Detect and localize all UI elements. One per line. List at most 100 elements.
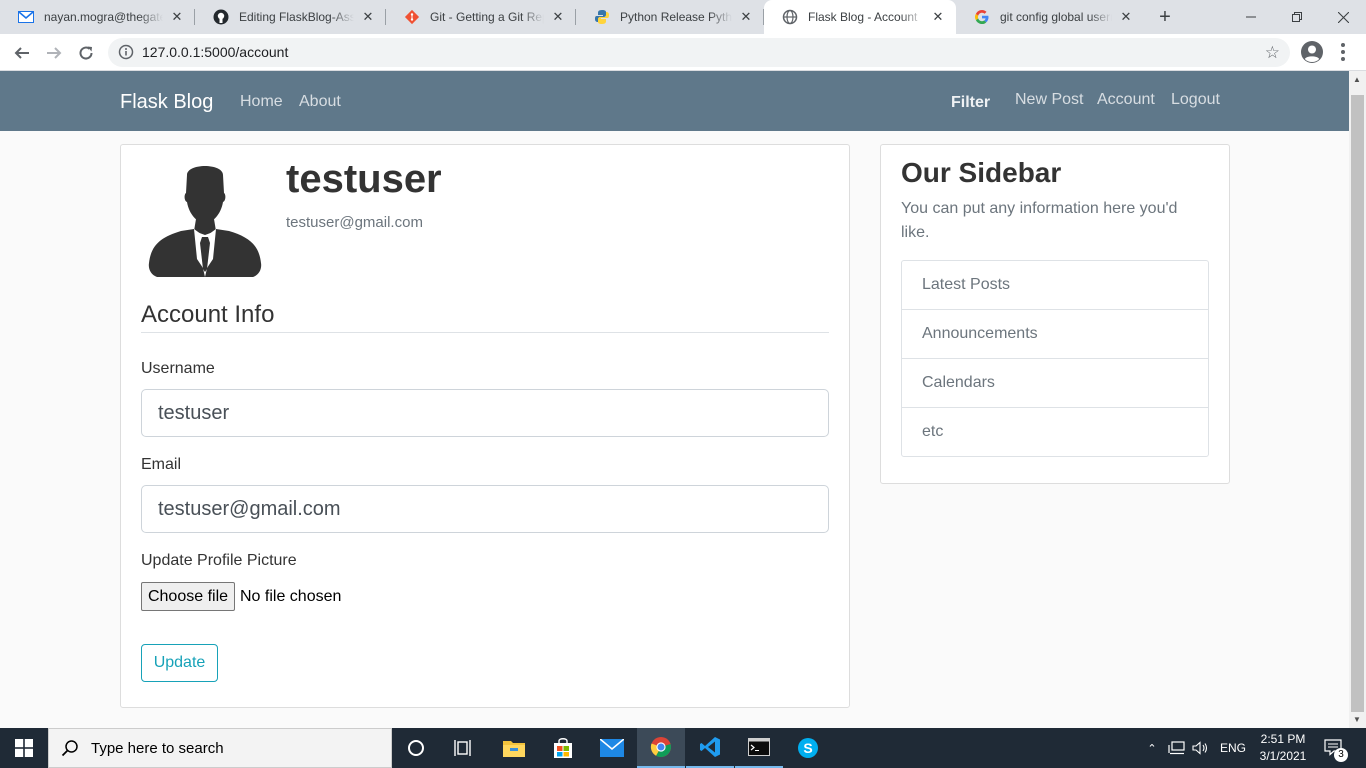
system-clock[interactable]: 2:51 PM 3/1/2021: [1252, 731, 1314, 765]
mail-icon: [600, 739, 624, 757]
mail-button[interactable]: [588, 728, 636, 768]
vscode-taskbar-button[interactable]: [686, 728, 734, 768]
sidebar-card: Our Sidebar You can put any information …: [880, 144, 1230, 484]
reload-icon: [79, 46, 93, 60]
tab-python[interactable]: Python Release Python ✕: [576, 0, 764, 34]
close-tab-icon[interactable]: ✕: [169, 9, 185, 25]
minimize-icon: [1246, 16, 1256, 18]
profile-username: testuser: [286, 157, 442, 201]
action-center-button[interactable]: 3: [1320, 728, 1360, 768]
minimize-button[interactable]: [1228, 0, 1274, 34]
profile-picture-label: Update Profile Picture: [141, 552, 297, 569]
gmail-icon: [18, 9, 34, 25]
file-explorer-button[interactable]: [490, 728, 538, 768]
close-icon: [1337, 11, 1349, 23]
sidebar-item-calendars[interactable]: Calendars: [902, 359, 1208, 408]
nav-logout-link[interactable]: Logout: [1171, 91, 1220, 109]
scroll-down-icon[interactable]: ▼: [1353, 715, 1361, 724]
close-tab-icon[interactable]: ✕: [550, 9, 566, 25]
tab-title: Python Release Python: [620, 10, 732, 24]
tab-title: Flask Blog - Account: [808, 10, 918, 24]
terminal-taskbar-button[interactable]: [735, 728, 783, 768]
nav-new-post-link[interactable]: New Post: [1015, 91, 1083, 109]
microsoft-store-button[interactable]: [539, 728, 587, 768]
store-icon: [554, 738, 572, 758]
forward-arrow-icon: [47, 47, 62, 59]
nav-about-link[interactable]: About: [299, 93, 341, 111]
restore-button[interactable]: [1274, 0, 1320, 34]
sidebar-item-latest-posts[interactable]: Latest Posts: [902, 261, 1208, 310]
browser-menu-icon[interactable]: [1336, 40, 1350, 64]
clock-date: 3/1/2021: [1259, 749, 1307, 763]
back-button[interactable]: [9, 40, 35, 66]
page-scrollbar[interactable]: ▲ ▼: [1349, 71, 1366, 728]
file-status-text: No file chosen: [240, 588, 342, 605]
taskbar-search-box[interactable]: Type here to search: [48, 728, 392, 768]
tab-github[interactable]: Editing FlaskBlog-Assig ✕: [195, 0, 386, 34]
close-tab-icon[interactable]: ✕: [738, 9, 754, 25]
username-label: Username: [141, 360, 215, 377]
clock-time: 2:51 PM: [1260, 732, 1306, 746]
nav-filter-link[interactable]: Filter: [951, 94, 990, 112]
sidebar-description: You can put any information here you'd l…: [901, 200, 1178, 241]
new-tab-button[interactable]: +: [1153, 5, 1177, 29]
choose-file-button[interactable]: Choose file: [141, 582, 235, 611]
restore-icon: [1292, 12, 1302, 22]
browser-toolbar: 127.0.0.1:5000/account ☆: [0, 34, 1366, 71]
bookmark-star-icon[interactable]: ☆: [1265, 43, 1280, 63]
vscode-icon: [700, 737, 720, 757]
google-icon: [974, 9, 990, 25]
svg-text:S: S: [803, 740, 812, 756]
chrome-icon: [650, 737, 671, 758]
close-tab-icon[interactable]: ✕: [1118, 9, 1134, 25]
site-info-icon[interactable]: [118, 44, 134, 60]
update-button[interactable]: Update: [141, 644, 218, 682]
python-icon: [594, 9, 610, 25]
volume-icon[interactable]: [1192, 741, 1210, 755]
navbar-brand[interactable]: Flask Blog: [120, 91, 213, 114]
tab-git[interactable]: Git - Getting a Git Repo ✕: [386, 0, 576, 34]
windows-logo-icon: [15, 739, 33, 757]
profile-avatar-icon[interactable]: [1300, 40, 1324, 64]
nav-account-link[interactable]: Account: [1097, 91, 1155, 109]
scrollbar-thumb[interactable]: [1351, 95, 1364, 712]
url-text[interactable]: 127.0.0.1:5000/account: [142, 44, 288, 60]
email-input[interactable]: [141, 485, 829, 533]
language-indicator[interactable]: ENG: [1220, 741, 1246, 755]
tab-title: Git - Getting a Git Repo: [430, 10, 544, 24]
task-view-icon: [454, 740, 471, 756]
close-window-button[interactable]: [1320, 0, 1366, 34]
forward-button[interactable]: [41, 40, 67, 66]
network-icon[interactable]: [1168, 741, 1186, 755]
address-bar[interactable]: 127.0.0.1:5000/account ☆: [108, 38, 1290, 67]
user-silhouette-icon: [148, 166, 262, 277]
sidebar-item-announcements[interactable]: Announcements: [902, 310, 1208, 359]
search-icon: [61, 740, 78, 757]
task-view-button[interactable]: [440, 728, 488, 768]
tab-google[interactable]: git config global userna ✕: [956, 0, 1144, 34]
start-button[interactable]: [0, 728, 48, 768]
close-tab-icon[interactable]: ✕: [930, 9, 946, 25]
tab-gmail[interactable]: nayan.mogra@thegate ✕: [0, 0, 195, 34]
skype-taskbar-button[interactable]: S: [784, 728, 832, 768]
scroll-up-icon[interactable]: ▲: [1353, 75, 1361, 84]
email-label: Email: [141, 456, 182, 473]
close-tab-icon[interactable]: ✕: [360, 9, 376, 25]
notification-count-badge: 3: [1334, 748, 1348, 762]
page-viewport: Flask Blog Home About Filter New Post Ac…: [0, 71, 1349, 728]
username-input[interactable]: [141, 389, 829, 437]
sidebar-title: Our Sidebar: [901, 157, 1062, 188]
show-hidden-icons-icon[interactable]: ⌃: [1144, 742, 1160, 755]
profile-picture: [147, 159, 263, 277]
tab-title: Editing FlaskBlog-Assig: [239, 10, 354, 24]
cortana-button[interactable]: [392, 728, 440, 768]
sidebar-item-etc[interactable]: etc: [902, 408, 1208, 456]
reload-button[interactable]: [73, 40, 99, 66]
tab-flask-blog[interactable]: Flask Blog - Account ✕: [764, 0, 956, 34]
chrome-taskbar-button[interactable]: [637, 728, 685, 768]
nav-home-link[interactable]: Home: [240, 93, 283, 111]
sidebar-list: Latest Posts Announcements Calendars etc: [901, 260, 1209, 457]
terminal-icon: [748, 738, 770, 756]
skype-icon: S: [798, 738, 818, 758]
globe-icon: [782, 9, 798, 25]
